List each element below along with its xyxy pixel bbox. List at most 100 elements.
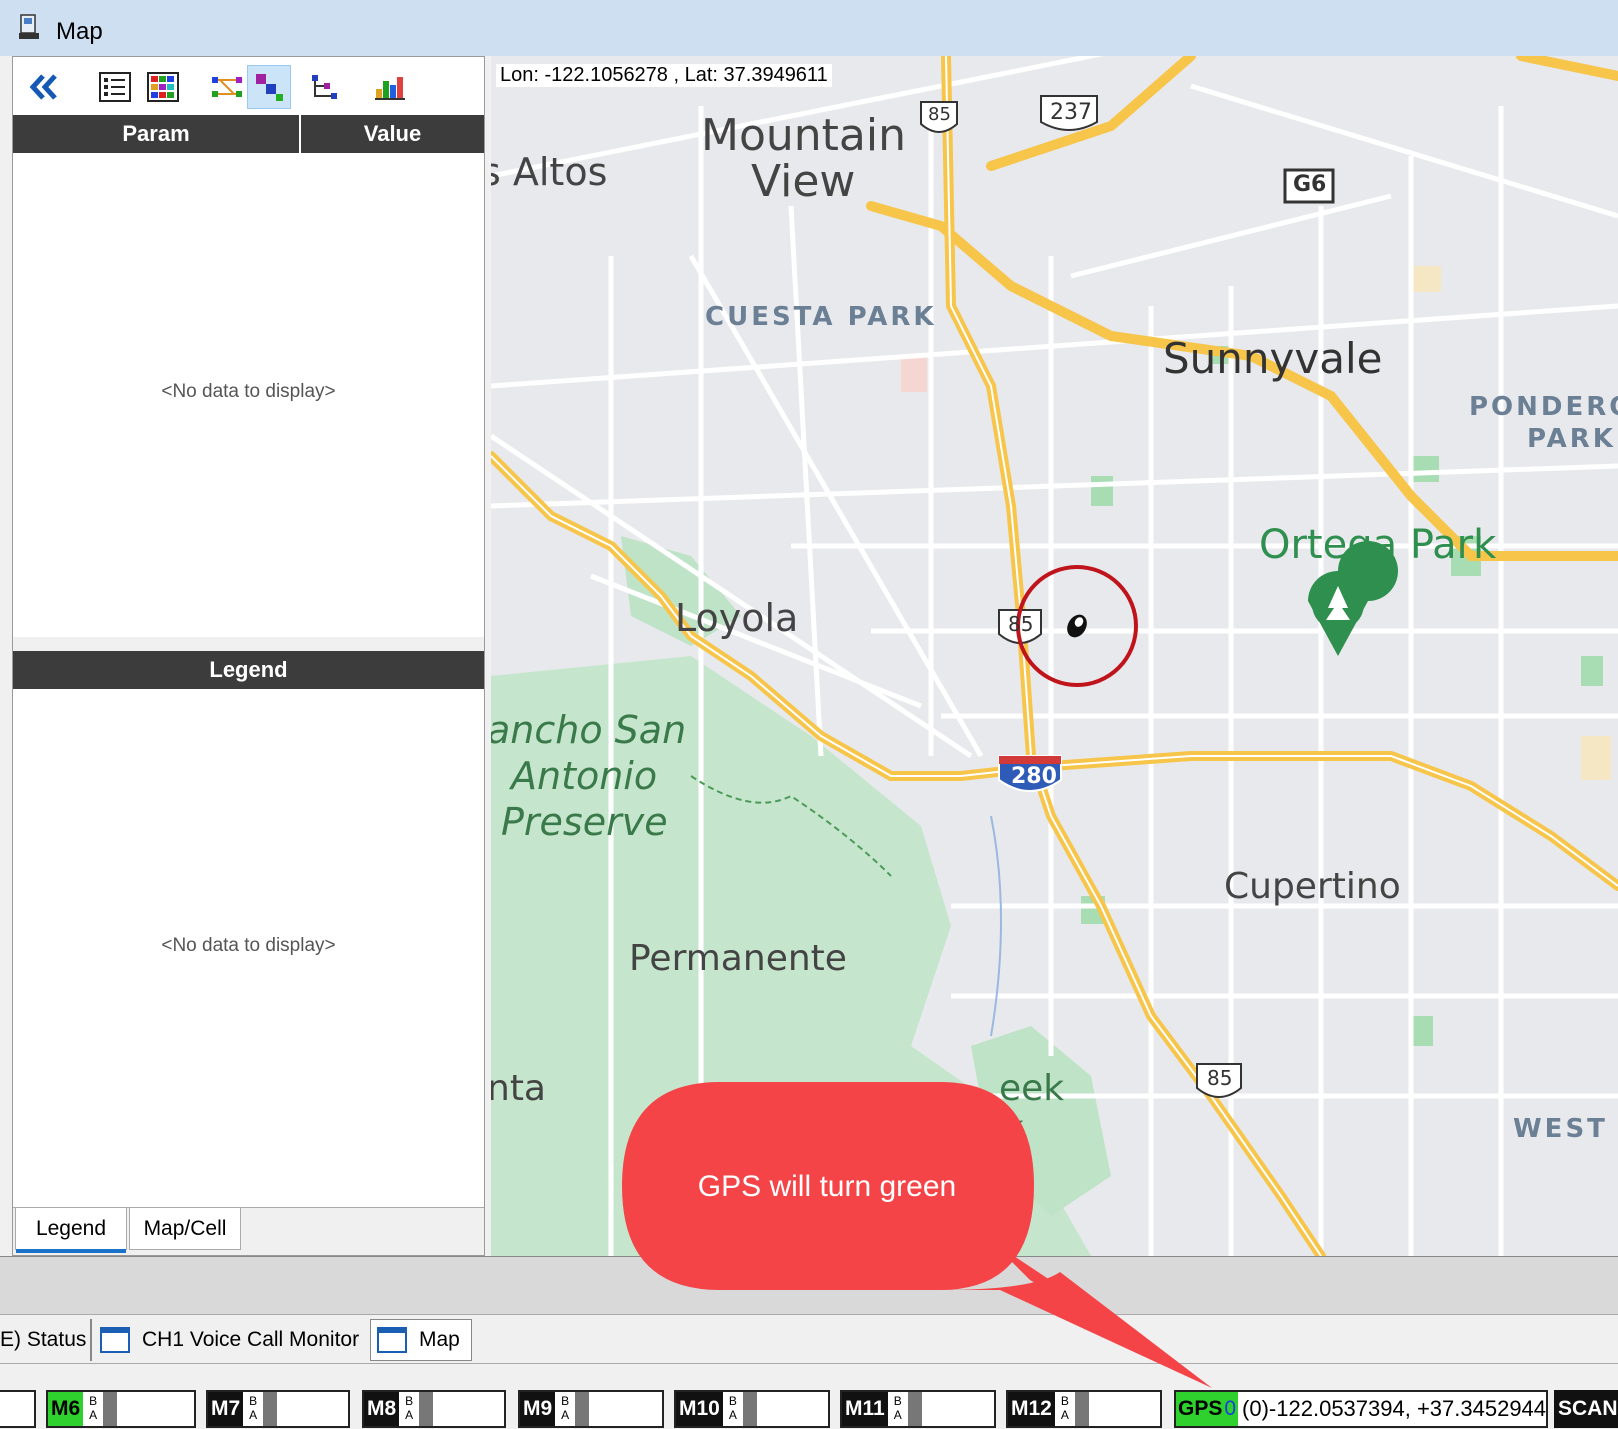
module-m11[interactable]: M11 BA bbox=[840, 1390, 996, 1428]
label-cupertino: Cupertino bbox=[1224, 866, 1401, 907]
label-west: WEST bbox=[1513, 1114, 1608, 1144]
label-permanente: Permanente bbox=[629, 938, 847, 979]
module-m8[interactable]: M8 BA bbox=[362, 1390, 506, 1428]
grid-view-icon[interactable] bbox=[141, 65, 185, 109]
creek bbox=[990, 815, 1002, 1037]
tab-map-cell[interactable]: Map/Cell bbox=[129, 1208, 241, 1250]
green-patch bbox=[1411, 456, 1439, 482]
param-empty-text: <No data to display> bbox=[161, 381, 336, 402]
yellow-patch bbox=[1581, 736, 1611, 780]
module-m6[interactable]: M6 BA bbox=[46, 1390, 196, 1428]
gps-label: GPS bbox=[1176, 1392, 1225, 1426]
label-interstate-280: 280 bbox=[1011, 764, 1057, 789]
panel-splitter[interactable] bbox=[13, 637, 484, 651]
chart-icon[interactable] bbox=[367, 65, 411, 109]
label-highway-85a: 85 bbox=[928, 104, 951, 125]
label-highway-85c: 85 bbox=[1207, 1066, 1233, 1090]
ba-indicator: BA bbox=[1060, 1394, 1069, 1422]
window-title: Map bbox=[56, 18, 103, 45]
legend-header: Legend bbox=[13, 651, 484, 689]
label-loyola: Loyola bbox=[675, 596, 799, 640]
signal-bar bbox=[419, 1392, 434, 1426]
tab-ch1-label: CH1 Voice Call Monitor bbox=[142, 1328, 360, 1351]
signal-bar bbox=[575, 1392, 590, 1426]
module-name: M11 bbox=[842, 1392, 888, 1426]
gps-coordinates: (0)-122.0537394, +37.3452944 bbox=[1242, 1396, 1547, 1421]
map-view[interactable]: Lon: -122.1056278 , Lat: 37.3949611 Moun… bbox=[491, 56, 1618, 1256]
left-panel: Param Value <No data to display> Legend … bbox=[12, 56, 485, 1256]
module-name: M8 bbox=[364, 1392, 400, 1426]
module-name: M12 bbox=[1008, 1392, 1055, 1426]
label-ortega-park: Ortega Park bbox=[1259, 522, 1497, 568]
label-k: k bbox=[1003, 1108, 1024, 1149]
signal-bar bbox=[742, 1392, 757, 1426]
label-g6: G6 bbox=[1293, 172, 1327, 197]
cells-icon[interactable] bbox=[247, 65, 291, 109]
module-m9[interactable]: M9 BA bbox=[518, 1390, 664, 1428]
window-icon bbox=[100, 1327, 130, 1353]
yellow-patch bbox=[1411, 266, 1441, 292]
ba-indicator: BA bbox=[561, 1394, 570, 1422]
tab-map[interactable]: Map bbox=[370, 1319, 472, 1361]
connections-icon[interactable] bbox=[205, 65, 249, 109]
gps-status[interactable]: GPS 0 (0)-122.0537394, +37.3452944 bbox=[1174, 1390, 1549, 1428]
green-patch bbox=[1581, 656, 1603, 686]
window-tabs: E) Status CH1 Voice Call Monitor Map bbox=[0, 1314, 1618, 1364]
ba-indicator: BA bbox=[405, 1394, 414, 1422]
signal-bar bbox=[907, 1392, 922, 1426]
label-highway-237: 237 bbox=[1050, 100, 1092, 125]
module-partial[interactable] bbox=[0, 1390, 36, 1428]
module-name: M9 bbox=[520, 1392, 556, 1426]
ba-indicator: BA bbox=[89, 1394, 98, 1422]
module-name: M10 bbox=[676, 1392, 723, 1426]
tab-ch1-voice-call-monitor[interactable]: CH1 Voice Call Monitor bbox=[100, 1319, 370, 1361]
legend-empty-text: <No data to display> bbox=[161, 935, 336, 956]
gps-count: 0 bbox=[1224, 1392, 1239, 1426]
ba-indicator: BA bbox=[893, 1394, 902, 1422]
value-column-header[interactable]: Value bbox=[301, 115, 484, 153]
module-m7[interactable]: M7 BA bbox=[206, 1390, 350, 1428]
label-mountain-view-2: View bbox=[751, 156, 856, 207]
label-nta: nta bbox=[491, 1068, 546, 1109]
label-rancho-2: Antonio bbox=[511, 754, 658, 798]
label-ponderosa-1: PONDERO bbox=[1469, 392, 1618, 422]
label-rancho-1: ancho San bbox=[491, 708, 687, 752]
label-rancho-3: Preserve bbox=[501, 800, 668, 844]
collapse-icon[interactable] bbox=[23, 65, 67, 109]
device-location-icon bbox=[1067, 614, 1087, 638]
signal-bar bbox=[103, 1392, 118, 1426]
module-name: M7 bbox=[208, 1392, 244, 1426]
list-view-icon[interactable] bbox=[93, 65, 137, 109]
label-ponderosa-2: PARK bbox=[1527, 424, 1616, 454]
signal-bar bbox=[263, 1392, 278, 1426]
label-eek: eek bbox=[999, 1068, 1065, 1109]
label-cuesta-park: CUESTA PARK bbox=[705, 302, 937, 332]
tab-status-label: E) Status bbox=[0, 1328, 87, 1351]
map-app-icon bbox=[19, 14, 39, 39]
panel-tabs: Legend Map/Cell bbox=[13, 1207, 484, 1255]
window-icon bbox=[377, 1327, 407, 1353]
pink-patch bbox=[901, 356, 927, 392]
module-name: M6 bbox=[48, 1392, 84, 1426]
ba-indicator: BA bbox=[728, 1394, 737, 1422]
green-patch bbox=[1091, 476, 1113, 506]
label-mountain-view-1: Mountain bbox=[701, 110, 906, 161]
title-bar: Map bbox=[0, 0, 1618, 56]
label-sunnyvale: Sunnyvale bbox=[1163, 334, 1383, 383]
panel-toolbar bbox=[13, 57, 484, 115]
ba-indicator: BA bbox=[249, 1394, 258, 1422]
coordinate-readout: Lon: -122.1056278 , Lat: 37.3949611 bbox=[496, 64, 832, 87]
horizontal-splitter[interactable] bbox=[0, 1256, 1618, 1314]
module-m10[interactable]: M10 BA bbox=[674, 1390, 830, 1428]
label-los-altos: s Altos bbox=[491, 150, 608, 194]
signal-bar bbox=[1074, 1392, 1089, 1426]
tab-map-label: Map bbox=[419, 1328, 460, 1351]
module-m12[interactable]: M12 BA bbox=[1006, 1390, 1162, 1428]
tab-status[interactable]: E) Status bbox=[0, 1319, 92, 1361]
scan-status[interactable]: SCAN bbox=[1554, 1390, 1618, 1428]
param-column-header[interactable]: Param bbox=[13, 115, 299, 153]
tab-legend[interactable]: Legend bbox=[15, 1208, 127, 1253]
status-bar: M6 BA M7 BA M8 BA M9 BA M10 BA M11 BA M1… bbox=[0, 1366, 1618, 1429]
tree-icon[interactable] bbox=[303, 65, 347, 109]
label-highway-85b: 85 bbox=[1008, 612, 1034, 636]
